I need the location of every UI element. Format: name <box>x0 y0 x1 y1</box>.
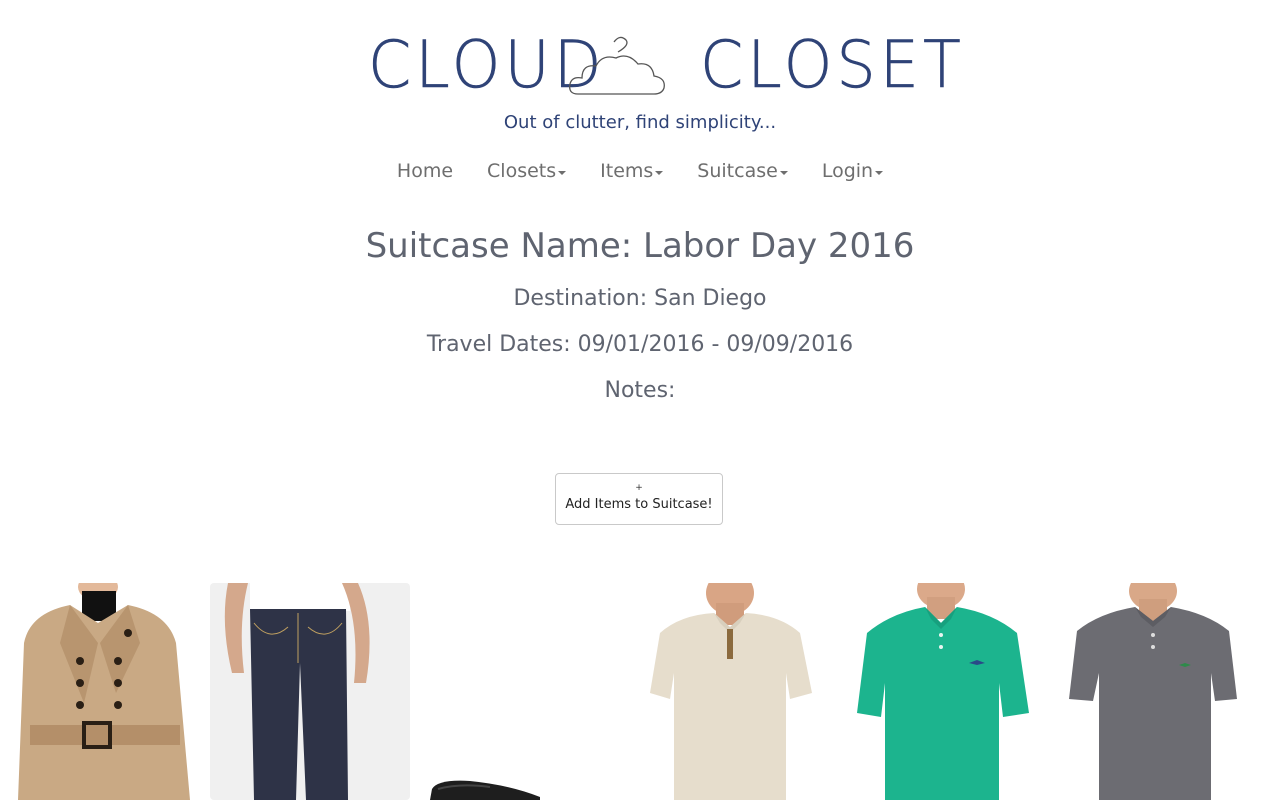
suitcase-name-heading: Suitcase Name: Labor Day 2016 <box>365 226 915 266</box>
logo-word-right: CLOSET <box>700 26 965 103</box>
nav-home-label: Home <box>396 160 454 182</box>
cream-polo-image <box>630 583 830 800</box>
main-nav: Home Closets Items Suitcase Login <box>0 160 1280 182</box>
item-card-cream-polo[interactable] <box>630 583 830 800</box>
nav-login-dropdown[interactable]: Login <box>805 160 900 182</box>
nav-login-label: Login <box>821 160 874 182</box>
add-items-label: Add Items to Suitcase! <box>565 497 713 512</box>
nav-closets-label: Closets <box>487 160 557 182</box>
item-card-trench-coat[interactable] <box>0 583 200 800</box>
notes-text: Notes: <box>604 378 676 403</box>
cloud-hanger-icon <box>569 36 665 95</box>
nav-closets-dropdown[interactable]: Closets <box>470 160 583 182</box>
green-polo-image <box>843 583 1043 800</box>
item-card-dark-jeans[interactable] <box>210 583 410 800</box>
item-card-green-polo[interactable] <box>843 583 1043 800</box>
site-logo[interactable]: CLOUD CLOSET <box>0 20 1280 110</box>
travel-dates-text: Travel Dates: 09/01/2016 - 09/09/2016 <box>426 332 854 357</box>
nav-items-label: Items <box>600 160 654 182</box>
destination-text: Destination: San Diego <box>513 286 767 311</box>
shoe-image <box>420 583 620 800</box>
suitcase-items-gallery <box>0 583 1280 800</box>
item-card-gray-polo[interactable] <box>1055 583 1255 800</box>
trench-coat-image <box>0 583 200 800</box>
gray-polo-image <box>1055 583 1255 800</box>
jeans-image <box>210 583 410 800</box>
nav-home[interactable]: Home <box>380 160 470 182</box>
caret-down-icon <box>875 170 884 175</box>
item-card-loafer-shoe[interactable] <box>420 583 620 800</box>
tagline: Out of clutter, find simplicity... <box>503 112 777 133</box>
nav-suitcase-dropdown[interactable]: Suitcase <box>680 160 805 182</box>
nav-items-dropdown[interactable]: Items <box>583 160 680 182</box>
caret-down-icon <box>558 170 567 175</box>
page: CLOUD CLOSET Out of clutter, find simpli… <box>0 0 1280 800</box>
caret-down-icon <box>655 170 664 175</box>
add-items-button[interactable]: + Add Items to Suitcase! <box>555 473 723 525</box>
caret-down-icon <box>779 170 788 175</box>
plus-icon: + <box>635 483 643 493</box>
nav-suitcase-label: Suitcase <box>697 160 778 182</box>
